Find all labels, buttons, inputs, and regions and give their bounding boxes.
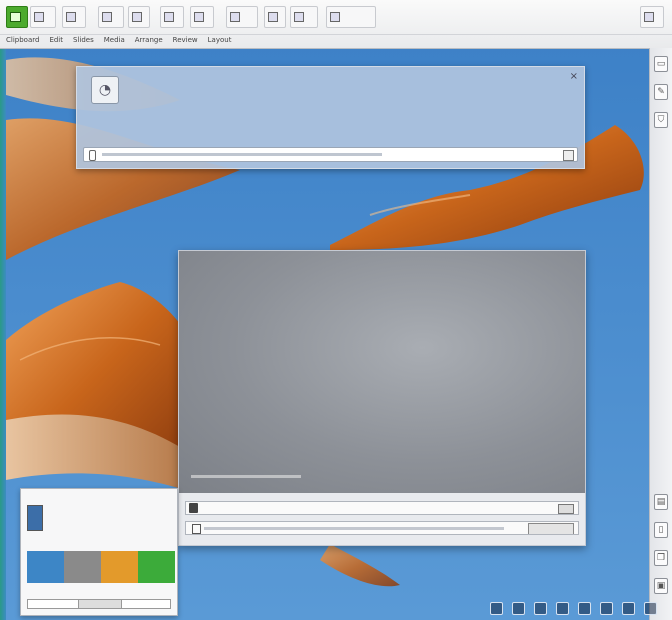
desktop-edge-accent	[0, 48, 6, 620]
layout-button[interactable]	[128, 6, 150, 28]
options-button[interactable]	[528, 523, 574, 534]
notification-input[interactable]	[83, 147, 578, 162]
account-button[interactable]	[640, 6, 664, 28]
arrange-icon	[230, 12, 240, 22]
group-label: Review	[172, 36, 198, 44]
color-swatch[interactable]	[27, 551, 64, 583]
format-button[interactable]	[98, 6, 124, 28]
color-palette-window[interactable]	[20, 488, 178, 616]
color-swatch-row	[27, 551, 175, 583]
app-ribbon: Clipboard Edit Slides Media Arrange Revi…	[0, 0, 672, 49]
user-avatar-icon: ◔	[91, 76, 119, 104]
apply-button[interactable]	[78, 600, 122, 608]
group-label: Layout	[207, 36, 232, 44]
right-sidebar: ▭ ✎ ⛉ ▤ ▯ ❐ ▣	[649, 48, 672, 620]
send-button[interactable]	[563, 150, 574, 161]
palette-footer-bar[interactable]	[27, 599, 171, 609]
speaker-icon[interactable]	[556, 602, 569, 615]
picture-icon	[164, 12, 174, 22]
play-icon[interactable]	[192, 524, 201, 534]
format-icon	[102, 12, 112, 22]
slide-icon	[66, 12, 76, 22]
media-button[interactable]	[290, 6, 318, 28]
alert-icon[interactable]	[644, 602, 657, 615]
group-label: Clipboard	[6, 36, 40, 44]
new-slide-button[interactable]	[62, 6, 86, 28]
media-icon	[294, 12, 304, 22]
shapes-button[interactable]	[190, 6, 214, 28]
group-label: Media	[103, 36, 125, 44]
color-swatch[interactable]	[101, 551, 138, 583]
document-icon[interactable]: ▭	[654, 56, 668, 72]
gear-icon[interactable]	[578, 602, 591, 615]
preview-screen[interactable]	[179, 251, 585, 493]
close-icon[interactable]: ×	[570, 71, 578, 82]
color-swatch[interactable]	[138, 551, 175, 583]
battery-icon[interactable]	[600, 602, 613, 615]
ribbon-command-row	[0, 4, 672, 30]
options-button[interactable]	[326, 6, 376, 28]
preview-controls-row[interactable]	[185, 521, 579, 535]
video-preview-window[interactable]	[178, 250, 586, 546]
group-label: Edit	[49, 36, 63, 44]
review-button[interactable]	[264, 6, 286, 28]
edit-icon[interactable]: ✎	[654, 84, 668, 100]
account-icon	[644, 12, 654, 22]
ribbon-group-labels: Clipboard Edit Slides Media Arrange Revi…	[6, 36, 231, 44]
ribbon-group-row: Clipboard Edit Slides Media Arrange Revi…	[0, 34, 672, 48]
clipboard-icon[interactable]: ▤	[654, 494, 668, 510]
file-icon	[10, 12, 21, 22]
group-label: Arrange	[134, 36, 163, 44]
clock-icon[interactable]	[622, 602, 635, 615]
copy-icon[interactable]: ❐	[654, 550, 668, 566]
color-swatch[interactable]	[64, 551, 101, 583]
preview-info-row[interactable]	[185, 501, 579, 515]
phone-icon	[27, 505, 43, 531]
camera-icon[interactable]	[512, 602, 525, 615]
picture-button[interactable]	[160, 6, 184, 28]
paste-button[interactable]	[30, 6, 56, 28]
arrange-button[interactable]	[226, 6, 258, 28]
group-label: Slides	[73, 36, 94, 44]
review-icon	[268, 12, 278, 22]
shapes-icon	[194, 12, 204, 22]
box-icon[interactable]	[534, 602, 547, 615]
system-tray	[490, 602, 657, 615]
file-button[interactable]	[6, 6, 28, 28]
notification-window[interactable]: ◔ ×	[76, 66, 585, 169]
progress-track[interactable]	[204, 527, 504, 530]
paste-icon	[34, 12, 44, 22]
options-icon	[330, 12, 340, 22]
page-icon[interactable]: ▯	[654, 522, 668, 538]
attach-icon	[89, 150, 96, 161]
preview-sublabel-line	[191, 475, 301, 478]
lock-icon[interactable]: ▣	[654, 578, 668, 594]
shield-icon[interactable]: ⛉	[654, 112, 668, 128]
input-text-line	[102, 153, 382, 156]
layout-icon	[132, 12, 142, 22]
file-icon	[189, 503, 198, 513]
expand-button[interactable]	[558, 504, 574, 514]
wifi-icon[interactable]	[490, 602, 503, 615]
